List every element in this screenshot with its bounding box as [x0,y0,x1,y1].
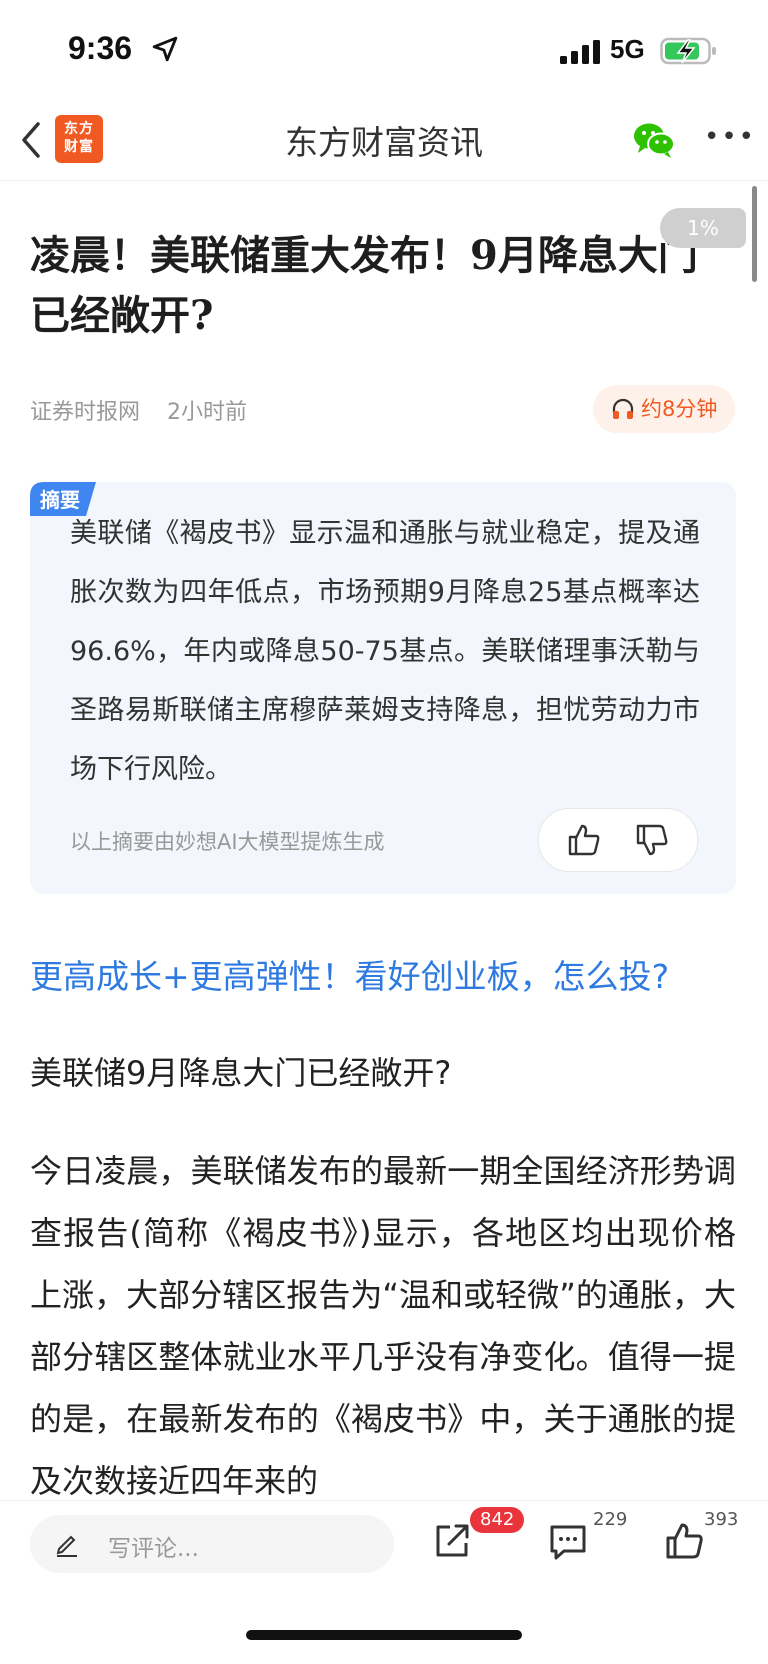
status-time: 9:36 [68,30,133,66]
bottom-action-bar: 写评论... 842 229 393 [0,1500,768,1664]
share-badge: 842 [470,1507,525,1533]
like-count: 393 [704,1509,739,1530]
like-icon[interactable] [664,1521,704,1561]
thumbs-down-icon[interactable] [635,823,669,857]
ai-note: 以上摘要由妙想AI大模型提炼生成 [70,830,385,854]
headphones-icon [612,398,634,419]
article-subheading: 美联储9月降息大门已经敞开? [30,1054,452,1092]
thumbs-up-icon[interactable] [567,823,601,857]
signal-icon [560,40,600,64]
battery-charging-icon [660,37,716,65]
scrollbar[interactable] [752,186,757,282]
listen-button[interactable]: 约8分钟 [593,385,735,433]
share-icon[interactable] [432,1521,472,1561]
comment-icon[interactable] [548,1523,588,1561]
article-time: 2小时前 [167,400,248,425]
comment-count: 229 [593,1509,628,1530]
article-title: 凌晨！美联储重大发布！9月降息大门已经敞开? [30,232,698,339]
more-icon[interactable]: ••• [704,122,754,158]
top-nav-bar: 东方 财富 东方财富资讯 ••• [0,100,768,181]
location-arrow-icon [152,36,178,62]
wechat-icon[interactable] [632,120,676,160]
comment-placeholder: 写评论... [108,1536,199,1562]
status-bar: 9:36 5G [0,0,768,100]
listen-duration: 约8分钟 [641,397,718,421]
pencil-icon [56,1535,77,1557]
summary-text: 美联储《褐皮书》显示温和通胀与就业稳定，提及通胀次数为四年低点，市场预期9月降息… [70,518,700,785]
article-source[interactable]: 证券时报网 [30,400,140,425]
summary-feedback [538,808,698,872]
network-type: 5G [610,34,645,64]
comment-input[interactable]: 写评论... [30,1515,394,1573]
home-indicator [246,1630,522,1640]
promo-link[interactable]: 更高成长+更高弹性！看好创业板，怎么投? [30,950,669,998]
reading-progress-badge: 1% [660,208,746,248]
article-body: 今日凌晨，美联储发布的最新一期全国经济形势调查报告(简称《褐皮书》)显示，各地区… [30,1152,736,1500]
article-meta: 证券时报网 2小时前 [30,394,267,426]
ai-summary-card: 摘要 美联储《褐皮书》显示温和通胀与就业稳定，提及通胀次数为四年低点，市场预期9… [30,482,736,894]
